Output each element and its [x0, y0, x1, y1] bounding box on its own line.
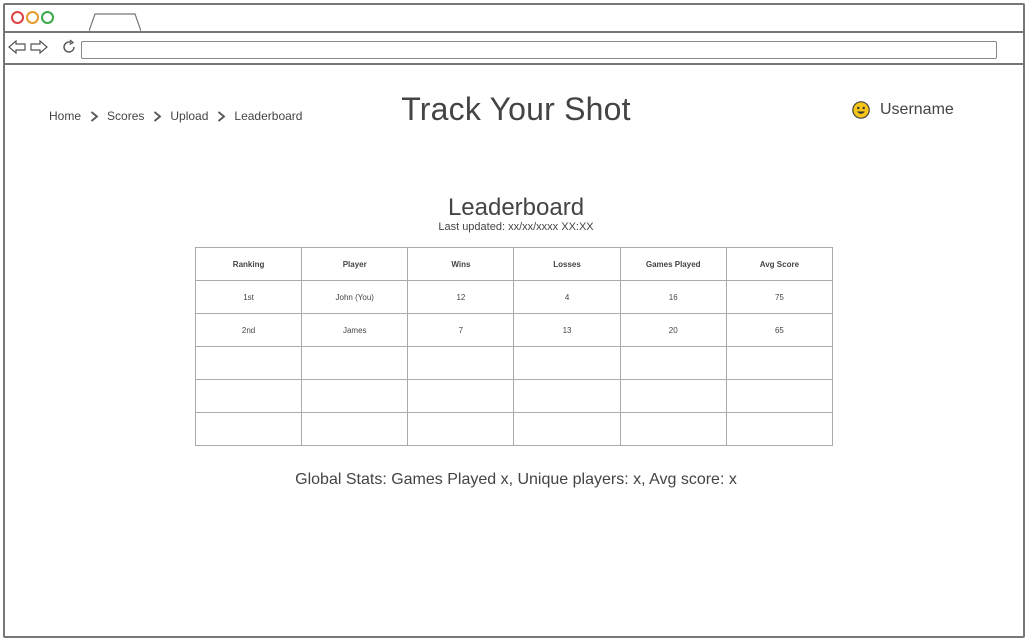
avg-score-cell — [725, 412, 834, 446]
username-label: Username — [880, 101, 954, 118]
ranking-cell — [194, 412, 303, 446]
losses-cell — [513, 412, 621, 446]
table-header-row: Ranking Player Wins Losses Games Played … — [194, 247, 834, 281]
title-bar — [5, 5, 1023, 33]
games-played-cell: 20 — [619, 313, 727, 347]
wins-cell — [407, 346, 515, 380]
ranking-cell: 2nd — [194, 313, 303, 347]
avg-score-cell: 75 — [725, 280, 834, 314]
games-played-cell — [619, 412, 727, 446]
leaderboard-title: Leaderboard — [447, 194, 585, 221]
ranking-cell: 1st — [194, 280, 303, 314]
losses-cell — [513, 346, 621, 380]
ranking-cell — [194, 379, 303, 413]
wins-cell — [407, 412, 515, 446]
player-cell — [301, 379, 409, 413]
losses-cell — [513, 379, 621, 413]
wins-cell: 7 — [407, 313, 515, 347]
games-played-cell — [619, 346, 727, 380]
user-menu[interactable]: Username — [852, 101, 954, 119]
losses-cell: 4 — [513, 280, 621, 314]
browser-window: Home Scores Upload Leaderboard Track You… — [3, 3, 1025, 638]
ranking-cell — [194, 346, 303, 380]
player-cell — [301, 412, 409, 446]
back-arrow-icon[interactable] — [7, 37, 27, 57]
maximize-window-button[interactable] — [41, 11, 54, 24]
last-updated-text: Last updated: xx/xx/xxxx XX:XX — [438, 221, 594, 233]
address-bar[interactable] — [81, 41, 997, 59]
player-cell: John (You) — [301, 280, 409, 314]
column-header-losses[interactable]: Losses — [513, 247, 621, 281]
table-row[interactable]: 1st John (You) 12 4 16 75 — [194, 280, 834, 314]
close-window-button[interactable] — [11, 11, 24, 24]
wins-cell — [407, 379, 515, 413]
table-row — [194, 346, 834, 380]
minimize-window-button[interactable] — [26, 11, 39, 24]
avg-score-cell: 65 — [725, 313, 834, 347]
leaderboard-table: Ranking Player Wins Losses Games Played … — [194, 247, 834, 446]
table-row — [194, 379, 834, 413]
wins-cell: 12 — [407, 280, 515, 314]
global-stats: Global Stats: Games Played x, Unique pla… — [295, 471, 737, 488]
games-played-cell: 16 — [619, 280, 727, 314]
player-cell — [301, 346, 409, 380]
browser-tab[interactable] — [89, 13, 141, 31]
column-header-games-played[interactable]: Games Played — [619, 247, 727, 281]
column-header-avg-score[interactable]: Avg Score — [725, 247, 834, 281]
forward-arrow-icon[interactable] — [29, 37, 49, 57]
column-header-ranking[interactable]: Ranking — [194, 247, 303, 281]
losses-cell: 13 — [513, 313, 621, 347]
reload-icon[interactable] — [59, 37, 79, 57]
table-row[interactable]: 2nd James 7 13 20 65 — [194, 313, 834, 347]
games-played-cell — [619, 379, 727, 413]
site-title-text: Track Your Shot — [401, 91, 631, 127]
table-row — [194, 412, 834, 446]
column-header-wins[interactable]: Wins — [407, 247, 515, 281]
smiley-icon — [852, 101, 870, 119]
avg-score-cell — [725, 379, 834, 413]
column-header-player[interactable]: Player — [301, 247, 409, 281]
avg-score-cell — [725, 346, 834, 380]
player-cell: James — [301, 313, 409, 347]
navigation-bar — [5, 33, 1023, 65]
